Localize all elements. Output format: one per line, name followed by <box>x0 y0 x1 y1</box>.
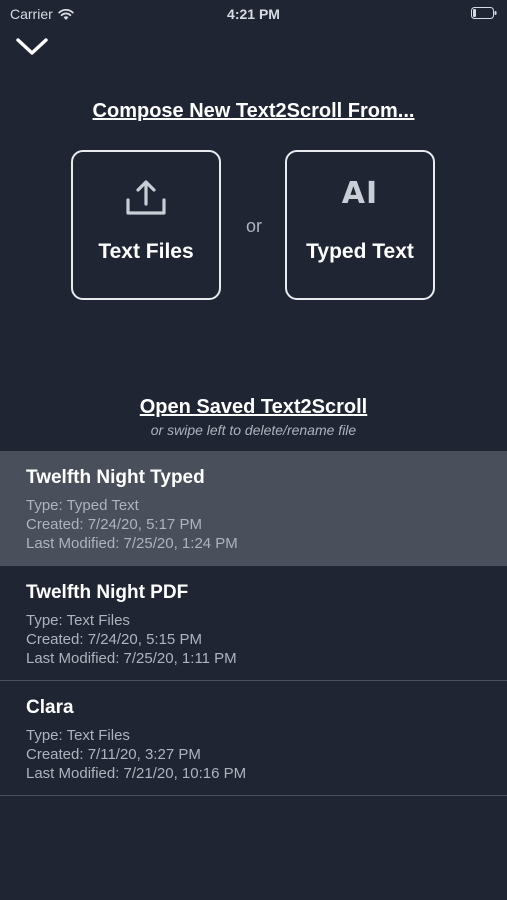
file-modified-date: Last Modified: 7/25/20, 1:24 PM <box>26 535 238 552</box>
file-created-date: Created: 7/24/20, 5:15 PM <box>26 631 202 648</box>
saved-file-row[interactable]: Clara Type: Text Files Created: 7/11/20,… <box>0 681 507 796</box>
or-separator: or <box>245 216 262 236</box>
file-name: Twelfth Night Typed <box>26 467 205 488</box>
file-type: Type: Typed Text <box>26 497 139 514</box>
saved-file-row[interactable]: Twelfth Night PDF Type: Text Files Creat… <box>0 566 507 681</box>
file-modified-date: Last Modified: 7/25/20, 1:11 PM <box>26 650 237 667</box>
file-name: Clara <box>26 697 74 718</box>
compose-from-text-files-button[interactable]: Text Files <box>71 150 221 300</box>
status-bar: Carrier 4:21 PM <box>0 0 507 28</box>
compose-title: Compose New Text2Scroll From... <box>92 100 415 122</box>
file-type: Type: Text Files <box>26 612 130 629</box>
saved-file-list: Twelfth Night Typed Type: Typed Text Cre… <box>0 451 507 796</box>
saved-file-row[interactable]: Twelfth Night Typed Type: Typed Text Cre… <box>0 451 507 566</box>
file-created-date: Created: 7/24/20, 5:17 PM <box>26 516 202 533</box>
status-time: 4:21 PM <box>227 6 280 22</box>
text-files-label: Text Files <box>98 240 194 263</box>
typed-text-icon: AI <box>341 176 379 211</box>
file-modified-date: Last Modified: 7/21/20, 10:16 PM <box>26 765 247 782</box>
typed-text-label: Typed Text <box>306 240 414 263</box>
open-saved-title: Open Saved Text2Scroll <box>139 396 368 418</box>
open-saved-subtitle: or swipe left to delete/rename file <box>150 422 357 438</box>
file-created-date: Created: 7/11/20, 3:27 PM <box>26 746 201 763</box>
compose-from-typed-text-button[interactable]: AI Typed Text <box>285 150 435 300</box>
file-name: Twelfth Night PDF <box>26 582 189 603</box>
file-type: Type: Text Files <box>26 727 130 744</box>
upload-icon <box>126 180 166 215</box>
dismiss-button[interactable] <box>14 34 50 60</box>
battery-icon <box>471 7 497 19</box>
chevron-down-icon <box>16 38 48 55</box>
